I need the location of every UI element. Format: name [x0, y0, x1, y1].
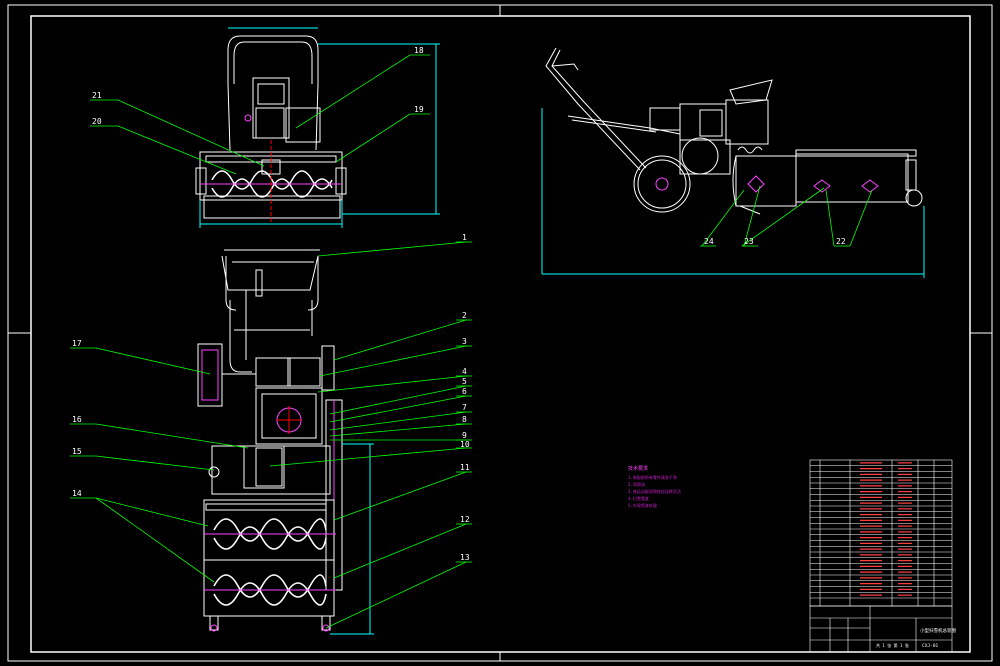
- notes-title: 技术要求: [628, 465, 648, 472]
- callout-19: 19: [414, 105, 424, 114]
- callout-10: 10: [460, 440, 470, 449]
- top-view: [195, 27, 440, 228]
- side-view-callouts: 24 23 22: [704, 237, 846, 246]
- drawing-canvas: 21 20 18 19 1 2 3 4 5 6 7 8 9 10 11 12 1…: [7, 4, 993, 662]
- notes-line-2: 2.润滑油: [628, 481, 645, 487]
- sheet-info: 共 1 张 第 1 张: [876, 642, 909, 648]
- callout-23: 23: [744, 237, 754, 246]
- side-view-leaders: [700, 185, 873, 247]
- sheet-border: [7, 4, 993, 662]
- callout-8: 8: [462, 415, 467, 424]
- callout-15: 15: [72, 447, 82, 456]
- notes-line-1: 1.装配前所有零件清洗干净: [628, 474, 677, 480]
- front-view-leaders: [70, 241, 472, 629]
- notes-line-4: 4.扫雪宽度: [628, 495, 649, 501]
- side-view: [541, 47, 925, 278]
- callout-21: 21: [92, 91, 102, 100]
- callout-13: 13: [460, 553, 470, 562]
- callout-12: 12: [460, 515, 470, 524]
- callout-4: 4: [462, 367, 467, 376]
- callout-7: 7: [462, 403, 467, 412]
- callout-14: 14: [72, 489, 82, 498]
- callout-3: 3: [462, 337, 467, 346]
- drawing-number: CXJ-01: [922, 643, 939, 649]
- callout-17: 17: [72, 339, 82, 348]
- callout-11: 11: [460, 463, 470, 472]
- drawing-title: 小型扫雪机总装图: [920, 627, 956, 634]
- technical-notes: 技术要求 1.装配前所有零件清洗干净 2.润滑油 3.各运动副润滑良好运转灵活 …: [628, 465, 681, 508]
- callout-20: 20: [92, 117, 102, 126]
- callout-22: 22: [836, 237, 846, 246]
- callout-18: 18: [414, 46, 424, 55]
- parts-list: [809, 459, 953, 607]
- callout-5: 5: [462, 377, 467, 386]
- notes-line-3: 3.各运动副润滑良好运转灵活: [628, 488, 681, 494]
- callout-2: 2: [462, 311, 467, 320]
- callout-9: 9: [462, 431, 467, 440]
- front-view: [197, 249, 374, 635]
- callout-24: 24: [704, 237, 714, 246]
- callout-1: 1: [462, 233, 467, 242]
- callout-16: 16: [72, 415, 82, 424]
- notes-line-5: 5.外观喷漆处理: [628, 502, 657, 508]
- callout-6: 6: [462, 387, 467, 396]
- cad-drawing-sheet: { "colors": { "background": "#000000", "…: [0, 0, 1000, 666]
